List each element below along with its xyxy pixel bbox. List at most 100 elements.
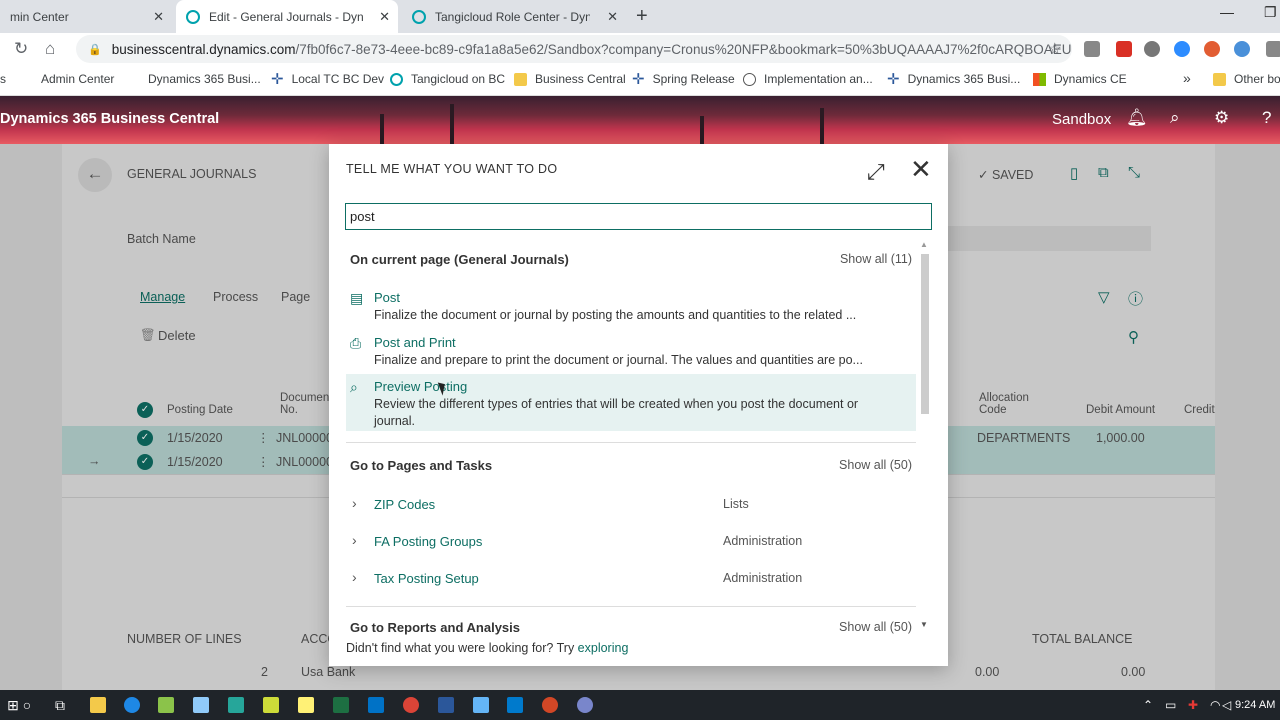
bookmark-label: Dynamics 365 Busi... bbox=[148, 72, 261, 86]
app-icon[interactable] bbox=[193, 697, 209, 713]
section-header-reports: Go to Reports and Analysis bbox=[350, 620, 520, 635]
bookmark-item[interactable]: Tangicloud on BC bbox=[390, 72, 505, 86]
expand-icon[interactable]: ⤢ bbox=[867, 159, 885, 185]
bookmark-item[interactable]: Dynamics 365 Busi... bbox=[148, 72, 261, 86]
result-post-and-print[interactable]: ⎙ Post and Print Finalize and prepare to… bbox=[346, 330, 916, 374]
bookmarks-overflow-button[interactable]: » bbox=[1183, 70, 1191, 86]
gear-icon[interactable]: ⚙ bbox=[1214, 108, 1229, 128]
bookmark-item[interactable]: ✛ Dynamics 365 Busi... bbox=[887, 70, 1020, 88]
bookmark-item[interactable]: s bbox=[0, 72, 6, 86]
folder-icon bbox=[1213, 72, 1226, 86]
reload-icon[interactable]: ↻ bbox=[14, 39, 28, 59]
search-icon[interactable]: ⌕ bbox=[1170, 108, 1180, 128]
plus-icon: ✛ bbox=[271, 70, 284, 88]
app-icon[interactable] bbox=[577, 697, 593, 713]
taskbar-clock[interactable]: 9:24 AM bbox=[1235, 699, 1275, 711]
bookmark-item[interactable]: Implementation an... bbox=[743, 72, 873, 86]
overflow-label: » bbox=[1183, 70, 1191, 86]
close-icon[interactable]: ✕ bbox=[910, 156, 932, 182]
edge-icon[interactable] bbox=[124, 697, 140, 713]
bookmark-item[interactable]: Business Central bbox=[514, 72, 626, 86]
bookmark-item[interactable]: ✛ Spring Release bbox=[632, 70, 735, 88]
result-preview-posting[interactable]: ⌕ Preview Posting Review the different t… bbox=[346, 374, 916, 431]
volume-icon[interactable]: ◁ bbox=[1222, 698, 1231, 712]
scroll-down-icon[interactable]: ▼ bbox=[920, 620, 928, 629]
vscode-icon[interactable] bbox=[507, 697, 523, 713]
task-view-icon[interactable]: ⧉ bbox=[52, 697, 68, 713]
post-icon: ▤ bbox=[350, 290, 364, 306]
excel-icon[interactable] bbox=[333, 697, 349, 713]
outlook-icon[interactable] bbox=[368, 697, 384, 713]
footer-text: Didn't find what you were looking for? T… bbox=[346, 641, 578, 655]
bookmark-item[interactable]: Dynamics CE bbox=[1033, 72, 1127, 86]
app-icon[interactable] bbox=[298, 697, 314, 713]
page-result-zip-codes[interactable]: › ZIP Codes Lists bbox=[346, 493, 916, 517]
section-header-current-page: On current page (General Journals) bbox=[350, 252, 569, 267]
extension-record-icon[interactable] bbox=[1204, 41, 1220, 57]
app-icon[interactable] bbox=[228, 697, 244, 713]
browser-tab-tangicloud-role-center[interactable]: Tangicloud Role Center - Dynam ✕ bbox=[402, 0, 626, 33]
environment-name: Sandbox bbox=[1052, 111, 1112, 128]
page-result-tax-posting-setup[interactable]: › Tax Posting Setup Administration bbox=[346, 567, 916, 591]
bookmark-item[interactable]: Admin Center bbox=[41, 72, 114, 86]
wifi-icon[interactable]: ◠ bbox=[1210, 698, 1220, 712]
bookmark-item[interactable]: Other bo bbox=[1213, 72, 1280, 86]
bell-icon[interactable]: 🔔︎ bbox=[1126, 108, 1148, 128]
file-explorer-icon[interactable] bbox=[90, 697, 106, 713]
tab-title: min Center bbox=[10, 9, 69, 24]
browser-tab-general-journals[interactable]: Edit - General Journals - Dynamic ✕ bbox=[176, 0, 398, 33]
show-all-pages-link[interactable]: Show all (50) bbox=[839, 458, 912, 472]
new-tab-button[interactable]: + bbox=[636, 5, 648, 28]
print-icon: ⎙ bbox=[350, 335, 362, 351]
header-decoration bbox=[450, 104, 454, 144]
powerpoint-icon[interactable] bbox=[542, 697, 558, 713]
extension-zoom-icon[interactable] bbox=[1174, 41, 1190, 57]
show-all-reports-link[interactable]: Show all (50) bbox=[839, 620, 912, 634]
app-icon[interactable] bbox=[158, 697, 174, 713]
bookmark-label: Business Central bbox=[535, 72, 626, 86]
network-icon[interactable]: ▭ bbox=[1165, 698, 1176, 712]
cortana-icon[interactable]: ○ bbox=[19, 697, 35, 713]
help-icon[interactable]: ? bbox=[1262, 108, 1271, 128]
app-tray-icon[interactable]: ✚ bbox=[1188, 698, 1198, 712]
result-post[interactable]: ▤ Post Finalize the document or journal … bbox=[346, 285, 916, 329]
result-category: Administration bbox=[723, 571, 803, 585]
minimize-icon[interactable]: — bbox=[1220, 4, 1234, 20]
bookmark-label: Other bo bbox=[1234, 72, 1280, 86]
search-input[interactable] bbox=[345, 203, 932, 230]
exploring-link[interactable]: exploring bbox=[578, 641, 629, 655]
maximize-icon[interactable]: ❐ bbox=[1264, 4, 1277, 21]
close-icon[interactable]: ✕ bbox=[607, 9, 618, 25]
bookmark-item[interactable]: ✛ Local TC BC Dev bbox=[271, 70, 384, 88]
word-icon[interactable] bbox=[438, 697, 454, 713]
plus-icon: ✛ bbox=[632, 70, 645, 88]
bookmark-label: Tangicloud on BC bbox=[411, 72, 506, 86]
bookmark-star-icon[interactable]: ☆ bbox=[1048, 39, 1062, 59]
extension-circle-icon[interactable] bbox=[1144, 41, 1160, 57]
page-result-fa-posting-groups[interactable]: › FA Posting Groups Administration bbox=[346, 530, 916, 554]
chrome-icon[interactable] bbox=[403, 697, 419, 713]
extension-cloud-icon[interactable] bbox=[1234, 41, 1250, 57]
app-icon[interactable] bbox=[473, 697, 489, 713]
plus-icon: ✛ bbox=[887, 70, 900, 88]
results-scrollbar[interactable]: ▲ ▼ bbox=[919, 240, 931, 635]
extension-mail-icon[interactable] bbox=[1116, 41, 1132, 57]
header-decoration bbox=[700, 116, 704, 144]
browser-tab-admin-center[interactable]: min Center ✕ bbox=[0, 0, 172, 33]
result-description: Review the different types of entries th… bbox=[374, 397, 859, 428]
notepad-icon[interactable] bbox=[263, 697, 279, 713]
browser-tab-strip: min Center ✕ Edit - General Journals - D… bbox=[0, 0, 1280, 33]
close-icon[interactable]: ✕ bbox=[153, 9, 164, 25]
scroll-thumb[interactable] bbox=[921, 254, 929, 414]
close-icon[interactable]: ✕ bbox=[379, 9, 390, 25]
scroll-up-icon[interactable]: ▲ bbox=[920, 240, 928, 249]
tray-chevron-icon[interactable]: ⌃ bbox=[1143, 698, 1153, 712]
globe-icon bbox=[186, 9, 200, 24]
profile-icon[interactable] bbox=[1266, 41, 1280, 57]
bookmark-label: Dynamics CE bbox=[1054, 72, 1127, 86]
show-all-current-page-link[interactable]: Show all (11) bbox=[840, 252, 912, 266]
url-bar[interactable]: 🔒 businesscentral.dynamics.com /7fb0f6c7… bbox=[76, 35, 1072, 63]
url-host: businesscentral.dynamics.com bbox=[111, 41, 296, 57]
extension-g-icon[interactable] bbox=[1084, 41, 1100, 57]
home-icon[interactable]: ⌂ bbox=[45, 39, 55, 59]
